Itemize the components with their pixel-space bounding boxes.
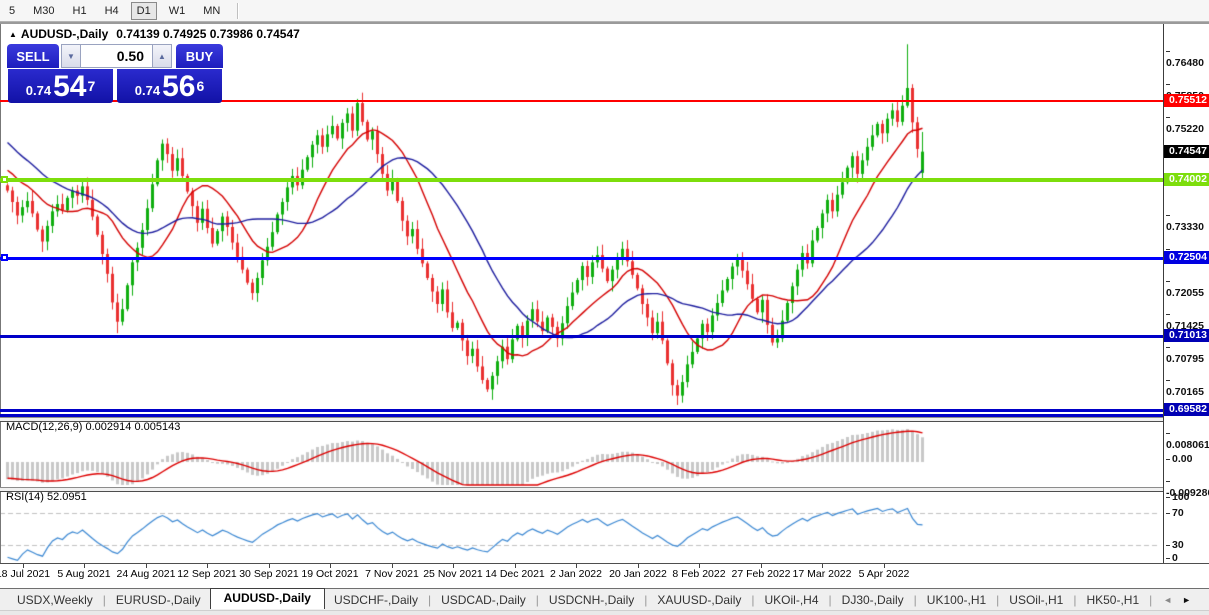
level-line-handle[interactable] — [1, 176, 8, 183]
volume-input[interactable] — [81, 44, 152, 68]
tabs-scroll-right-icon[interactable]: ► — [1182, 595, 1191, 605]
symbol-tab-usdcnh-daily[interactable]: USDCNH-,Daily — [540, 591, 643, 609]
tab-divider: | — [535, 592, 539, 607]
level-price-badge: 0.69582 — [1164, 403, 1209, 416]
ask-pipette: 6 — [196, 78, 205, 94]
timeframe-button-H4[interactable]: H4 — [99, 2, 125, 20]
bottom-strip — [0, 610, 1209, 615]
level-line-handle[interactable] — [1, 254, 8, 261]
price-tick: 0.76480 — [1166, 45, 1209, 69]
timeframe-button-MN[interactable]: MN — [197, 2, 226, 20]
collapse-icon[interactable]: ▲ — [9, 30, 17, 39]
timeframe-button-W1[interactable]: W1 — [163, 2, 192, 20]
symbol-tab-audusd-daily[interactable]: AUDUSD-,Daily — [209, 588, 325, 609]
rsi-axis-label: 70 — [1166, 507, 1184, 519]
price-tick: 0.70165 — [1166, 374, 1209, 398]
sell-button[interactable]: SELL — [7, 44, 59, 68]
level-price-badge: 0.71013 — [1164, 329, 1209, 342]
price-tick: 0.72055 — [1166, 275, 1209, 299]
volume-stepper: ▼ ▲ — [61, 44, 174, 68]
macd-axis-label: 0.008061 — [1166, 427, 1209, 451]
tab-divider: | — [996, 592, 1000, 607]
window-left-border — [0, 24, 1, 563]
price-tick: 0.75850 — [1166, 78, 1209, 102]
bid-prefix: 0.74 — [25, 83, 52, 98]
level-price-badge: 0.75512 — [1164, 94, 1209, 107]
symbol-tab-hk50-h1[interactable]: HK50-,H1 — [1077, 591, 1148, 609]
symbol-label: AUDUSD-,Daily — [20, 27, 109, 41]
volume-increase-button[interactable]: ▲ — [152, 44, 172, 68]
price-tick: 0.70795 — [1166, 341, 1209, 365]
horizontal-level-line-0.69582[interactable] — [0, 409, 1163, 412]
tab-divider: | — [751, 592, 755, 607]
terminal-window: 5 M30 H1 H4 D1 W1 MN ▲ AUDUSD-,Daily 0.74139 0.7… — [0, 0, 1209, 615]
timeframe-button-D1[interactable]: D1 — [130, 1, 157, 20]
symbol-tab-usdchf-daily[interactable]: USDCHF-,Daily — [325, 591, 427, 609]
rsi-axis-label: 100 — [1166, 491, 1190, 503]
toolbar-separator — [237, 2, 240, 19]
tab-divider: | — [102, 592, 106, 607]
macd-axis-label: 0.00 — [1166, 453, 1192, 465]
symbol-tab-usdcad-daily[interactable]: USDCAD-,Daily — [432, 591, 535, 609]
symbol-tab-dj30-daily[interactable]: DJ30-,Daily — [833, 591, 913, 609]
symbol-tab-xauusd-daily[interactable]: XAUUSD-,Daily — [648, 591, 750, 609]
price-chart-canvas[interactable] — [0, 24, 1163, 563]
horizontal-level-line-0.71013[interactable] — [0, 335, 1163, 338]
rsi-panel-splitter[interactable] — [0, 487, 1163, 492]
ask-prefix: 0.74 — [134, 83, 161, 98]
symbol-tab-usdx-weekly[interactable]: USDX,Weekly — [8, 591, 102, 609]
tab-divider: | — [828, 592, 832, 607]
timeframe-button-H1[interactable]: H1 — [67, 2, 93, 20]
tab-divider: | — [913, 592, 917, 607]
symbol-tab-uk100-h1[interactable]: UK100-,H1 — [918, 591, 995, 609]
macd-indicator-label: MACD(12,26,9) 0.002914 0.005143 — [6, 421, 181, 433]
bid-main-digits: 54 — [53, 70, 87, 103]
level-price-badge: 0.74002 — [1164, 173, 1209, 186]
buy-button[interactable]: BUY — [176, 44, 223, 68]
bid-quote[interactable]: 0.74 54 7 — [8, 69, 113, 103]
symbol-tab-ukoil-h4[interactable]: UKOil-,H4 — [756, 591, 828, 609]
price-tick: 0.73330 — [1166, 209, 1209, 233]
horizontal-level-line-0.72504[interactable] — [0, 257, 1163, 260]
tab-divider: | — [1073, 592, 1077, 607]
ask-main-digits: 56 — [162, 70, 196, 103]
price-tick: 0.71425 — [1166, 308, 1209, 332]
timeframe-toolbar: 5 M30 H1 H4 D1 W1 MN — [0, 0, 1209, 22]
macd-axis-label: -0.009286 — [1166, 475, 1209, 499]
symbol-tab-eurusd-daily[interactable]: EURUSD-,Daily — [107, 591, 210, 609]
tab-divider: | — [427, 592, 432, 607]
current-price-badge: 0.74547 — [1164, 145, 1209, 158]
tab-divider: | — [1149, 592, 1153, 607]
tabs-scroll-left-icon[interactable]: ◄ — [1163, 595, 1172, 605]
level-price-badge: 0.72504 — [1164, 251, 1209, 264]
volume-decrease-button[interactable]: ▼ — [61, 44, 81, 68]
time-axis-separator — [0, 563, 1209, 564]
ask-quote[interactable]: 0.74 56 6 — [117, 69, 222, 103]
ohlc-values: 0.74139 0.74925 0.73986 0.74547 — [116, 27, 300, 41]
tab-divider: | — [644, 592, 648, 607]
date-label: 5 Apr 2022 — [858, 568, 910, 580]
chart-title: ▲ AUDUSD-,Daily 0.74139 0.74925 0.73986 0.… — [9, 27, 300, 41]
timeframe-button-5[interactable]: 5 — [3, 2, 21, 20]
rsi-indicator-label: RSI(14) 52.0951 — [6, 491, 87, 503]
timeframe-button-M30[interactable]: M30 — [27, 2, 60, 20]
symbol-tab-bar: USDX,Weekly | EURUSD-,Daily AUDUSD-,Daily US… — [0, 588, 1209, 610]
time-axis-labels[interactable]: 18 Jul 2021 5 Aug 2021 24 Aug 2021 12 Sep 2… — [0, 564, 1209, 588]
horizontal-level-line-0.74002[interactable] — [0, 178, 1163, 182]
price-tick: 0.75220 — [1166, 111, 1209, 135]
rsi-axis-label: 30 — [1166, 539, 1184, 551]
one-click-trading-panel: SELL ▼ ▲ BUY 0.74 54 7 0.74 56 6 — [7, 44, 223, 104]
bid-pipette: 7 — [87, 78, 96, 94]
symbol-tab-usoil-h1[interactable]: USOil-,H1 — [1000, 591, 1072, 609]
